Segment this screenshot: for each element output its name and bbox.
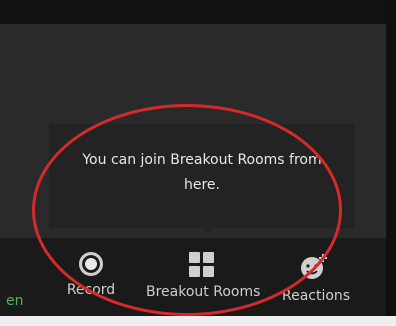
breakout-rooms-icon [189,252,215,278]
screen-top-bar [0,0,396,24]
screen-bottom-edge [0,316,396,326]
tooltip-pointer [199,224,217,233]
breakout-rooms-tooltip: You can join Breakout Rooms from here. [49,124,354,228]
reactions-icon [299,252,329,282]
reactions-button[interactable]: Reactions [282,252,351,314]
breakout-rooms-button[interactable]: Breakout Rooms [146,252,261,314]
tooltip-message-line1: You can join Breakout Rooms from [82,152,322,168]
record-icon [79,252,103,276]
record-label: Record [66,282,116,298]
screen-right-edge [386,0,396,326]
breakout-rooms-label: Breakout Rooms [146,284,261,300]
meeting-toolbar: en Record Breakout Rooms Reactions [0,238,386,316]
tooltip-message-line2: here. [184,177,220,193]
record-button[interactable]: Record [64,252,118,314]
toolbar-item-partial-label[interactable]: en [6,293,24,309]
tooltip-message: You can join Breakout Rooms from here. [67,148,337,198]
reactions-label: Reactions [282,288,351,304]
